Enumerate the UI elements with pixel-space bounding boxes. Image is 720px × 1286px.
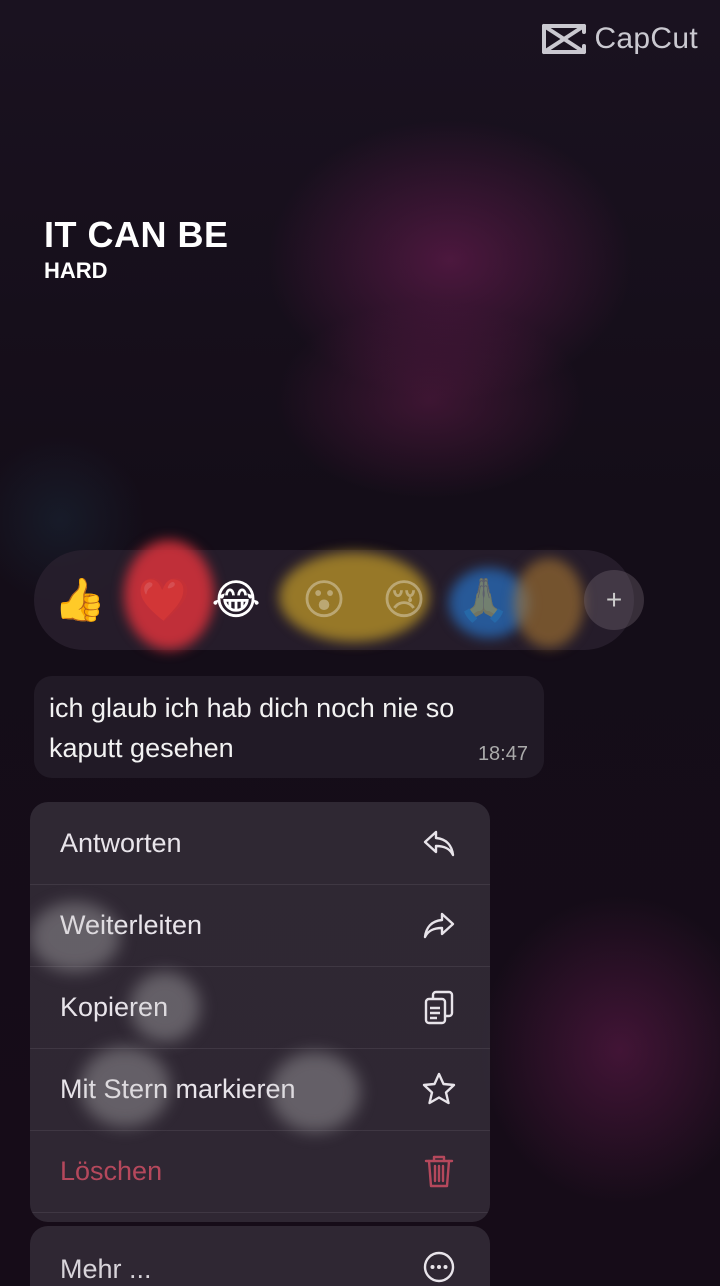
reaction-surprised[interactable]: 😮 [302, 579, 346, 621]
watermark-text: CapCut [594, 22, 698, 55]
star-icon [422, 1072, 456, 1105]
message-text: ich glaub ich hab dich noch nie so kaput… [49, 693, 455, 763]
reaction-heart[interactable]: ❤️ [138, 579, 190, 621]
reply-icon [423, 830, 455, 857]
caption-line-1: IT CAN BE [44, 214, 229, 255]
more-icon [423, 1251, 455, 1283]
capcut-logo-icon [542, 24, 587, 54]
menu-item-label: Antworten [60, 828, 182, 858]
message-time: 18:47 [477, 743, 528, 765]
paint-smudge [130, 972, 200, 1042]
menu-item-copy[interactable]: Kopieren [30, 966, 490, 1049]
paint-splash-brown [514, 558, 584, 648]
menu-item-delete[interactable]: Löschen [30, 1130, 490, 1213]
capcut-watermark: CapCut [540, 22, 698, 56]
menu-item-label: Mehr ... [60, 1254, 152, 1284]
reaction-bar: 👍 ❤️ 😂 😮 😢 🙏 + [34, 540, 644, 650]
reaction-pray[interactable]: 🙏 [458, 579, 510, 621]
reaction-laughing[interactable]: 😂 [211, 579, 260, 621]
forward-icon [423, 912, 455, 939]
paint-smudge [270, 1052, 360, 1132]
menu-item-more[interactable]: Mehr ... [30, 1226, 490, 1286]
more-reactions-button[interactable]: + [584, 570, 644, 630]
paint-smudge [30, 902, 120, 972]
menu-item-reply[interactable]: Antworten [30, 802, 490, 885]
paint-smudge [80, 1047, 170, 1127]
reaction-sad[interactable]: 😢 [382, 579, 426, 621]
context-menu: Antworten Weiterleiten Kopieren Mit Ster… [30, 802, 490, 1222]
reaction-thumbs-up[interactable]: 👍 [54, 579, 106, 621]
trash-icon [424, 1155, 454, 1188]
message-bubble[interactable]: ich glaub ich hab dich noch nie so kaput… [34, 676, 544, 778]
caption-line-2: HARD [44, 258, 108, 283]
video-caption: IT CAN BE HARD [44, 214, 229, 284]
menu-item-label: Löschen [60, 1156, 163, 1186]
copy-icon [424, 990, 454, 1025]
